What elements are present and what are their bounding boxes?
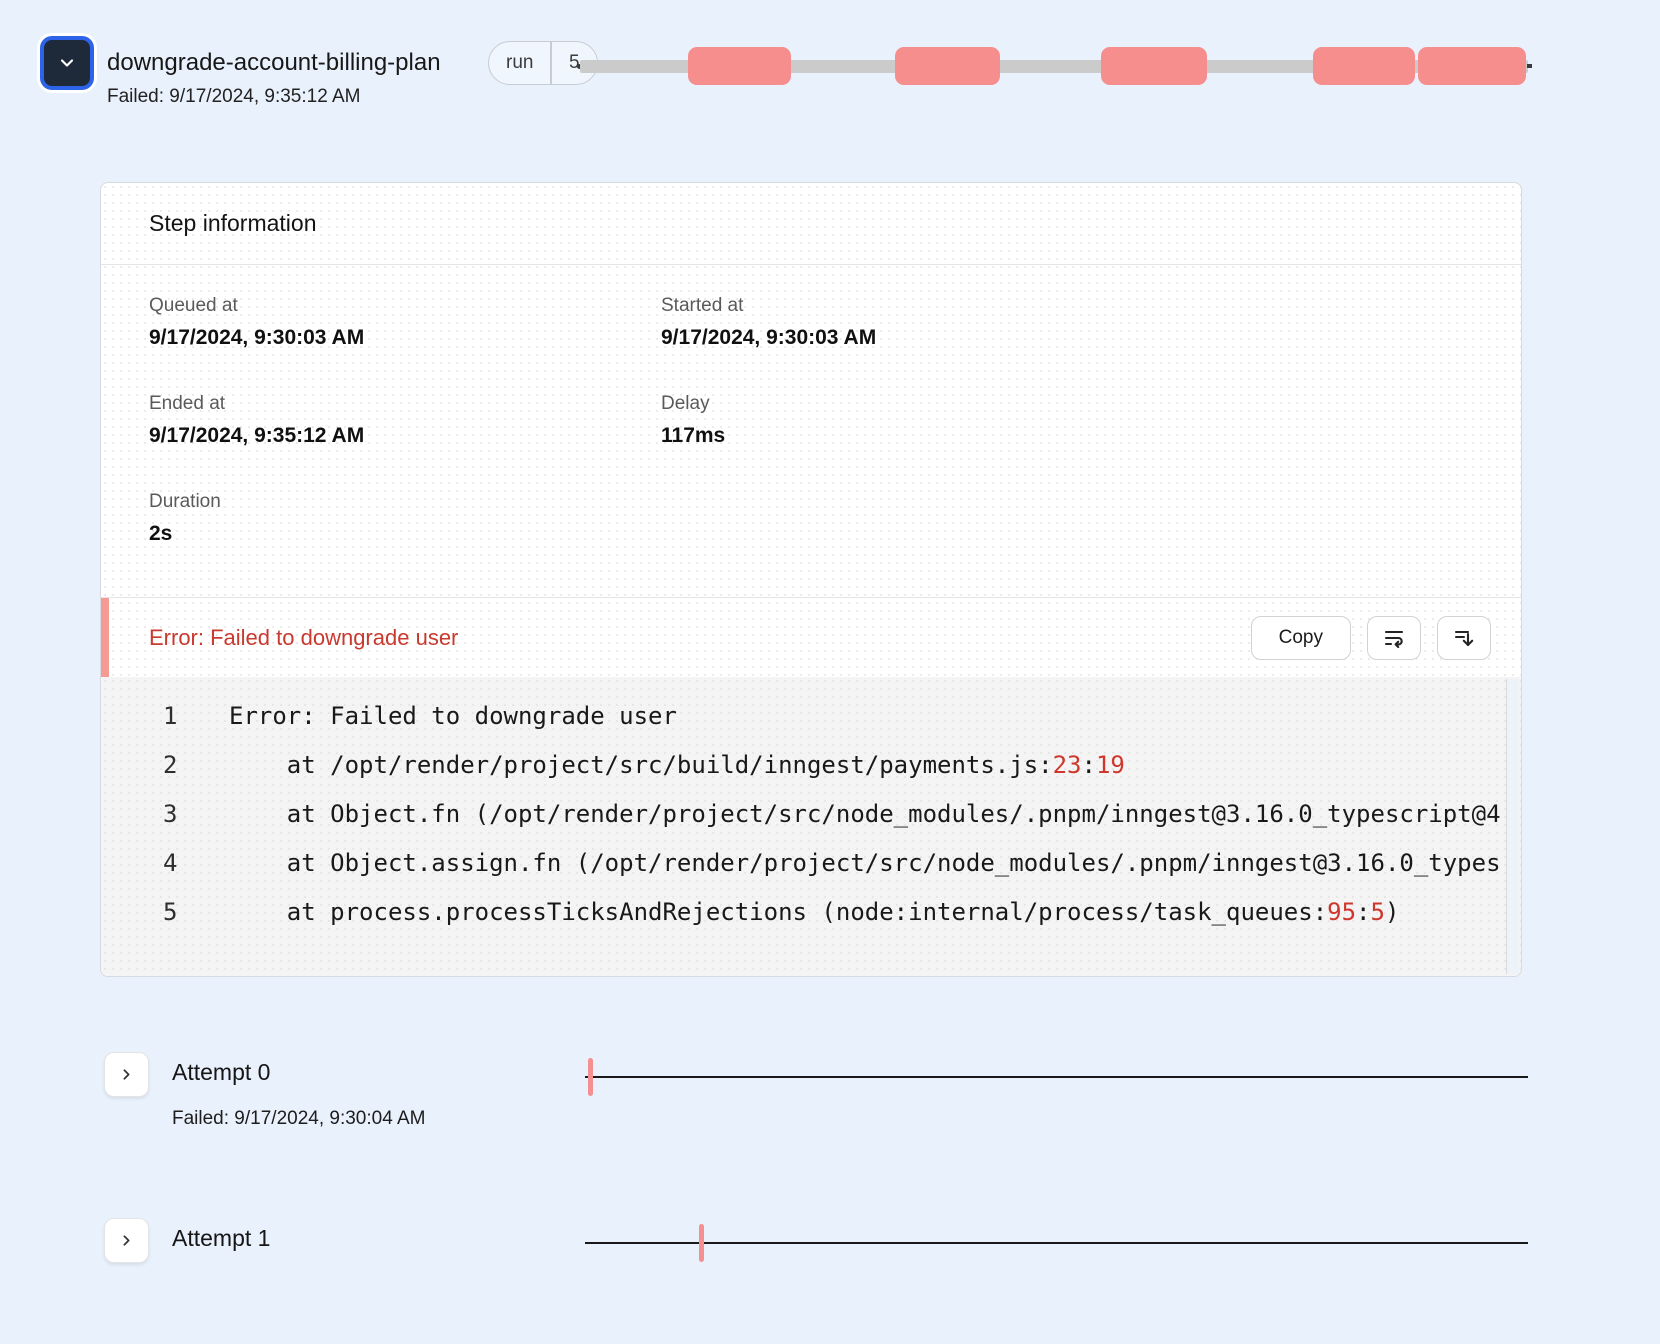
expand-attempt-1-button[interactable] xyxy=(104,1218,149,1263)
scroll-to-bottom-icon xyxy=(1452,626,1476,650)
code-scrollbar[interactable] xyxy=(1506,679,1519,974)
timeline-step-block[interactable] xyxy=(1101,47,1208,85)
timeline-step-block[interactable] xyxy=(1418,47,1527,85)
scroll-to-bottom-button[interactable] xyxy=(1437,616,1491,660)
card-title: Step information xyxy=(149,210,316,237)
line-text: at Object.assign.fn (/opt/render/project… xyxy=(229,839,1501,888)
chevron-right-icon xyxy=(118,1066,135,1083)
attempt-failure-tick xyxy=(588,1058,593,1096)
error-header-row: Error: Failed to downgrade user Copy xyxy=(101,598,1521,677)
line-text: at process.processTicksAndRejections (no… xyxy=(229,888,1399,937)
line-number: 5 xyxy=(101,888,181,937)
attempt-timeline[interactable] xyxy=(585,1052,1528,1097)
field-label: Queued at xyxy=(149,295,661,317)
line-number: 3 xyxy=(101,790,181,839)
attempt-row: Attempt 0 Failed: 9/17/2024, 9:30:04 AM xyxy=(0,1052,1660,1162)
step-information-card: Step information Queued at 9/17/2024, 9:… xyxy=(100,182,1522,977)
timeline-step-block[interactable] xyxy=(895,47,1000,85)
timeline-step-block[interactable] xyxy=(688,47,791,85)
step-header: downgrade-account-billing-plan Failed: 9… xyxy=(107,44,459,108)
line-text: at Object.fn (/opt/render/project/src/no… xyxy=(229,790,1501,839)
timeline-step-block[interactable] xyxy=(1313,47,1415,85)
field-started-at: Started at 9/17/2024, 9:30:03 AM xyxy=(661,295,1473,393)
field-label: Delay xyxy=(661,393,1473,415)
field-value: 9/17/2024, 9:30:03 AM xyxy=(149,326,661,350)
field-label: Duration xyxy=(149,491,661,513)
timeline-end-marker xyxy=(1527,64,1532,68)
stack-trace-line: 2 at /opt/render/project/src/build/innge… xyxy=(101,741,1521,790)
line-text: at /opt/render/project/src/build/inngest… xyxy=(229,741,1125,790)
error-accent-stripe xyxy=(101,598,109,677)
step-detail-page: downgrade-account-billing-plan Failed: 9… xyxy=(0,0,1660,1344)
attempt-failure-tick xyxy=(699,1224,704,1262)
field-value: 9/17/2024, 9:30:03 AM xyxy=(661,326,1473,350)
attempt-timeline-line xyxy=(585,1076,1528,1078)
stack-trace-viewer[interactable]: 1 Error: Failed to downgrade user 2 at /… xyxy=(101,677,1521,976)
field-value: 9/17/2024, 9:35:12 AM xyxy=(149,424,661,448)
run-timeline[interactable] xyxy=(578,40,1530,92)
card-header: Step information xyxy=(101,183,1521,264)
attempt-row: Attempt 1 xyxy=(0,1218,1660,1328)
field-duration: Duration 2s xyxy=(149,491,661,589)
line-text: Error: Failed to downgrade user xyxy=(229,692,677,741)
step-status: Failed: 9/17/2024, 9:35:12 AM xyxy=(107,86,459,108)
field-delay: Delay 117ms xyxy=(661,393,1473,491)
stack-trace-line: 1 Error: Failed to downgrade user xyxy=(101,692,1521,741)
expand-attempt-0-button[interactable] xyxy=(104,1052,149,1097)
stack-trace-line: 3 at Object.fn (/opt/render/project/src/… xyxy=(101,790,1521,839)
field-queued-at: Queued at 9/17/2024, 9:30:03 AM xyxy=(149,295,661,393)
attempt-timeline-line xyxy=(585,1242,1528,1244)
field-label: Started at xyxy=(661,295,1473,317)
stack-trace-line: 4 at Object.assign.fn (/opt/render/proje… xyxy=(101,839,1521,888)
chevron-right-icon xyxy=(118,1232,135,1249)
line-number: 1 xyxy=(101,692,181,741)
field-value: 2s xyxy=(149,522,661,546)
collapse-step-button[interactable] xyxy=(40,36,94,90)
word-wrap-button[interactable] xyxy=(1367,616,1421,660)
chevron-down-icon xyxy=(57,53,77,73)
attempt-timeline[interactable] xyxy=(585,1218,1528,1263)
run-badge-label: run xyxy=(489,52,550,74)
copy-button[interactable]: Copy xyxy=(1251,616,1351,660)
line-number: 4 xyxy=(101,839,181,888)
field-value: 117ms xyxy=(661,424,1473,448)
error-message: Error: Failed to downgrade user xyxy=(149,625,458,651)
step-name: downgrade-account-billing-plan xyxy=(107,44,459,82)
error-actions: Copy xyxy=(1251,616,1491,660)
field-label: Ended at xyxy=(149,393,661,415)
word-wrap-icon xyxy=(1382,626,1406,650)
attempt-label: Attempt 0 xyxy=(172,1059,270,1086)
stack-trace-line: 5 at process.processTicksAndRejections (… xyxy=(101,888,1521,937)
line-number: 2 xyxy=(101,741,181,790)
attempt-status: Failed: 9/17/2024, 9:30:04 AM xyxy=(172,1108,426,1130)
step-info-fields: Queued at 9/17/2024, 9:30:03 AM Started … xyxy=(101,265,1521,597)
attempt-label: Attempt 1 xyxy=(172,1225,270,1252)
field-ended-at: Ended at 9/17/2024, 9:35:12 AM xyxy=(149,393,661,491)
